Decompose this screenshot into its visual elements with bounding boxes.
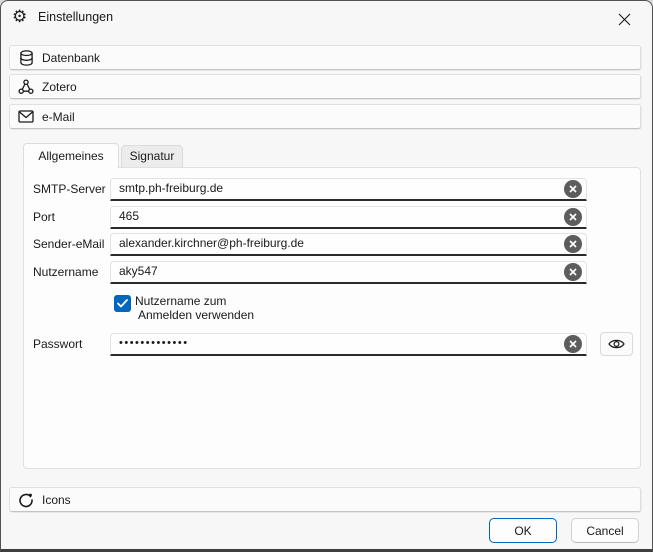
close-button[interactable]	[604, 5, 644, 33]
section-label-datenbank: Datenbank	[42, 51, 100, 65]
clear-x-icon	[569, 340, 577, 348]
sender-email-label: Sender-eMail	[33, 233, 110, 256]
close-icon	[618, 13, 631, 26]
envelope-icon	[18, 109, 34, 125]
passwort-field-wrap	[110, 333, 587, 356]
sender-email-field-wrap	[110, 233, 587, 256]
smtp-server-field-wrap	[110, 178, 587, 201]
settings-dialog: ⚙ Einstellungen Datenbank Z	[0, 0, 653, 552]
smtp-server-input[interactable]	[111, 179, 586, 199]
reveal-password-button[interactable]	[600, 332, 633, 356]
port-clear-button[interactable]	[564, 208, 582, 226]
tab-allgemeines[interactable]: Allgemeines	[23, 143, 119, 168]
passwort-label: Passwort	[33, 333, 110, 356]
passwort-clear-button[interactable]	[564, 335, 582, 353]
sender-email-input[interactable]	[111, 234, 586, 254]
section-datenbank[interactable]: Datenbank	[9, 45, 641, 70]
section-zotero[interactable]: Zotero	[9, 74, 641, 99]
port-field-wrap	[110, 206, 587, 229]
clear-x-icon	[569, 213, 577, 221]
gear-icon: ⚙	[12, 8, 27, 26]
checkbox-checked-icon[interactable]	[114, 295, 131, 312]
ok-button[interactable]: OK	[489, 518, 557, 543]
section-label-zotero: Zotero	[42, 80, 77, 94]
use-username-checkbox-row[interactable]: Nutzername zum Anmelden verwenden	[114, 294, 254, 322]
section-label-icons: Icons	[42, 493, 71, 507]
nutzername-label: Nutzername	[33, 261, 110, 284]
smtp-server-row: SMTP-Server	[33, 178, 587, 201]
clear-x-icon	[569, 240, 577, 248]
passwort-input[interactable]	[111, 334, 586, 354]
clear-x-icon	[569, 268, 577, 276]
section-label-email: e-Mail	[42, 110, 75, 124]
tab-signatur[interactable]: Signatur	[121, 145, 183, 167]
titlebar: ⚙ Einstellungen	[1, 1, 652, 37]
nutzername-field-wrap	[110, 261, 587, 284]
sender-email-row: Sender-eMail	[33, 233, 587, 256]
sender-email-clear-button[interactable]	[564, 235, 582, 253]
nutzername-input[interactable]	[111, 262, 586, 282]
email-general-panel: SMTP-Server Port Sender-eMail	[23, 167, 641, 469]
smtp-server-clear-button[interactable]	[564, 180, 582, 198]
eye-icon	[608, 338, 625, 350]
section-email[interactable]: e-Mail	[9, 104, 641, 129]
window-title: Einstellungen	[38, 10, 113, 24]
port-row: Port	[33, 206, 587, 229]
passwort-row: Passwort	[33, 333, 587, 356]
port-input[interactable]	[111, 207, 586, 227]
cancel-button[interactable]: Cancel	[571, 518, 639, 543]
use-username-checkbox-label: Nutzername zum Anmelden verwenden	[135, 294, 254, 322]
nutzername-clear-button[interactable]	[564, 263, 582, 281]
section-icons[interactable]: Icons	[9, 487, 641, 512]
refresh-icon	[18, 492, 34, 508]
smtp-server-label: SMTP-Server	[33, 178, 110, 201]
clear-x-icon	[569, 185, 577, 193]
nutzername-row: Nutzername	[33, 261, 587, 284]
zotero-icon	[18, 79, 34, 95]
database-icon	[18, 50, 34, 66]
port-label: Port	[33, 206, 110, 229]
